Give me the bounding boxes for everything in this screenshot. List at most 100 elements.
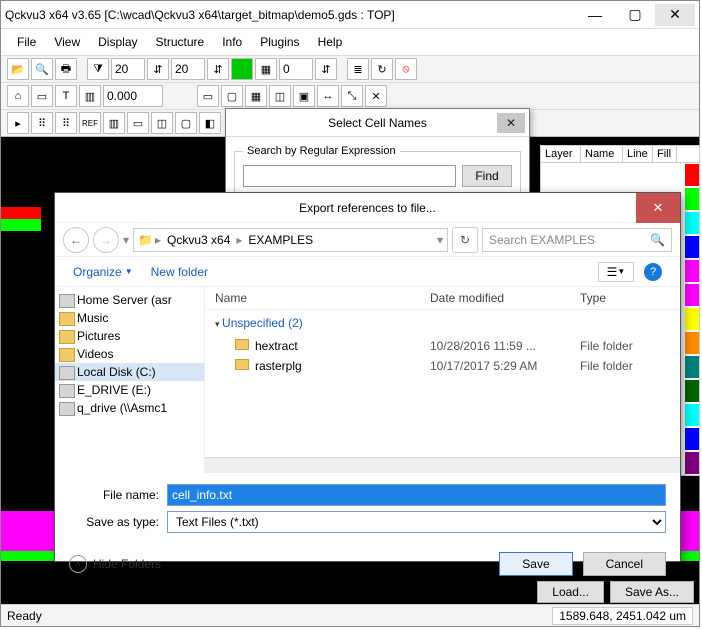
layer-swatch[interactable]	[685, 332, 699, 354]
regex-input[interactable]	[243, 165, 456, 187]
forward-button[interactable]: →	[93, 227, 119, 253]
col-fill[interactable]: Fill	[653, 146, 677, 162]
t3f[interactable]: ▭	[127, 112, 149, 134]
tool-b[interactable]: ▭	[31, 85, 53, 107]
sel-c[interactable]: ▦	[245, 85, 267, 107]
breadcrumb[interactable]: 📁 ▸ Qckvu3 x64 ▸ EXAMPLES ▾	[133, 228, 448, 252]
view-button[interactable]: ☰ ▼	[598, 262, 634, 282]
stop-icon[interactable]: ⦸	[395, 58, 417, 80]
sel-a[interactable]: ▭	[197, 85, 219, 107]
menu-display[interactable]: Display	[90, 33, 145, 51]
layer-swatch[interactable]	[685, 236, 699, 258]
tree-item[interactable]: Videos	[55, 345, 204, 363]
spin2-updn[interactable]: ⇵	[207, 58, 229, 80]
layers-icon[interactable]: ≣	[347, 58, 369, 80]
t3h[interactable]: ▢	[175, 112, 197, 134]
hide-folders-button[interactable]: ˄ Hide Folders	[69, 555, 161, 573]
layer-swatch[interactable]	[685, 428, 699, 450]
zoom-icon[interactable]: 🔍	[31, 58, 53, 80]
layer-swatch[interactable]	[685, 308, 699, 330]
t3i[interactable]: ◧	[199, 112, 221, 134]
sel-g[interactable]: ⤡	[341, 85, 363, 107]
tree-item[interactable]: Home Server (asr	[55, 291, 204, 309]
close-button[interactable]: ✕	[655, 4, 695, 26]
layer-swatch[interactable]	[685, 284, 699, 306]
text-tool-icon[interactable]: T	[55, 85, 77, 107]
home-icon[interactable]: ⌂	[7, 85, 29, 107]
menu-plugins[interactable]: Plugins	[252, 33, 307, 51]
spin3[interactable]: 0	[279, 58, 313, 80]
layer-swatch[interactable]	[685, 164, 699, 186]
export-close-button[interactable]: ✕	[636, 193, 680, 223]
sel-b[interactable]: ▢	[221, 85, 243, 107]
color-swatch[interactable]	[231, 58, 253, 80]
search-input[interactable]: Search EXAMPLES 🔍	[482, 228, 672, 252]
savetype-select[interactable]: Text Files (*.txt)	[167, 511, 666, 533]
crumb-dropdown-icon[interactable]: ▾	[437, 233, 443, 247]
group-header[interactable]: Unspecified (2)	[205, 310, 680, 336]
new-folder-button[interactable]: New folder	[151, 265, 208, 279]
col-line[interactable]: Line	[623, 146, 653, 162]
layer-swatch[interactable]	[685, 380, 699, 402]
layer-swatch[interactable]	[685, 188, 699, 210]
col-name[interactable]: Name	[581, 146, 623, 162]
tree-item[interactable]: Local Disk (C:)	[55, 363, 204, 381]
menu-structure[interactable]: Structure	[148, 33, 213, 51]
col-date[interactable]: Date modified	[430, 291, 580, 305]
open-icon[interactable]: 📂	[7, 58, 29, 80]
save-button[interactable]: Save	[499, 552, 572, 576]
tree-item[interactable]: E_DRIVE (E:)	[55, 381, 204, 399]
cancel-button[interactable]: Cancel	[583, 552, 666, 576]
t3e[interactable]: ▥	[103, 112, 125, 134]
sel-x[interactable]: ✕	[365, 85, 387, 107]
t3c[interactable]: ⠿	[55, 112, 77, 134]
col-layer[interactable]: Layer	[541, 146, 581, 162]
saveas-button[interactable]: Save As...	[610, 581, 694, 603]
filter-icon[interactable]: ⧩	[87, 58, 109, 80]
layer-swatch[interactable]	[685, 260, 699, 282]
spin3-updn[interactable]: ⇵	[315, 58, 337, 80]
t3b[interactable]: ⠿	[31, 112, 53, 134]
tree-item[interactable]: q_drive (\\Asmc1	[55, 399, 204, 417]
spin2[interactable]: 20	[171, 58, 205, 80]
dropdown-icon[interactable]: ▾	[123, 233, 129, 247]
refresh-icon[interactable]: ↻	[371, 58, 393, 80]
load-button[interactable]: Load...	[537, 581, 604, 603]
layer-swatch[interactable]	[685, 356, 699, 378]
layer-swatch[interactable]	[685, 212, 699, 234]
tool-d[interactable]: ▥	[79, 85, 101, 107]
sel-f[interactable]: ↔	[317, 85, 339, 107]
maximize-button[interactable]: ▢	[615, 4, 655, 26]
spin1[interactable]: 20	[111, 58, 145, 80]
minimize-button[interactable]: —	[575, 4, 615, 26]
spin1-updn[interactable]: ⇵	[147, 58, 169, 80]
help-button[interactable]: ?	[644, 263, 662, 281]
crumb-1[interactable]: EXAMPLES	[244, 233, 317, 247]
folder-tree[interactable]: Home Server (asr Music Pictures Videos L…	[55, 287, 205, 473]
list-item[interactable]: rasterplg 10/17/2017 5:29 AM File folder	[205, 356, 680, 376]
col-type[interactable]: Type	[580, 291, 670, 305]
dialog-close-button[interactable]: ✕	[497, 113, 525, 133]
t3a[interactable]: ▸	[7, 112, 29, 134]
organize-button[interactable]: Organize▼	[73, 265, 133, 279]
layer-swatch[interactable]	[685, 404, 699, 426]
ref-icon[interactable]: REF	[79, 112, 101, 134]
col-name[interactable]: Name	[215, 291, 430, 305]
sel-d[interactable]: ◫	[269, 85, 291, 107]
tree-item[interactable]: Pictures	[55, 327, 204, 345]
menu-help[interactable]: Help	[310, 33, 351, 51]
find-button[interactable]: Find	[462, 165, 512, 187]
crumb-0[interactable]: Qckvu3 x64	[163, 233, 234, 247]
menu-file[interactable]: File	[9, 33, 44, 51]
layer-swatch[interactable]	[685, 452, 699, 474]
list-item[interactable]: hextract 10/28/2016 11:59 ... File folde…	[205, 336, 680, 356]
t3g[interactable]: ◫	[151, 112, 173, 134]
print-icon[interactable]: 🖶	[55, 58, 77, 80]
fill-icon[interactable]: ▦	[255, 58, 277, 80]
menu-info[interactable]: Info	[214, 33, 250, 51]
refresh-button[interactable]: ↻	[452, 227, 478, 253]
back-button[interactable]: ←	[63, 227, 89, 253]
sel-e[interactable]: ▣	[293, 85, 315, 107]
filename-input[interactable]	[167, 484, 666, 506]
h-scrollbar[interactable]	[205, 457, 680, 473]
